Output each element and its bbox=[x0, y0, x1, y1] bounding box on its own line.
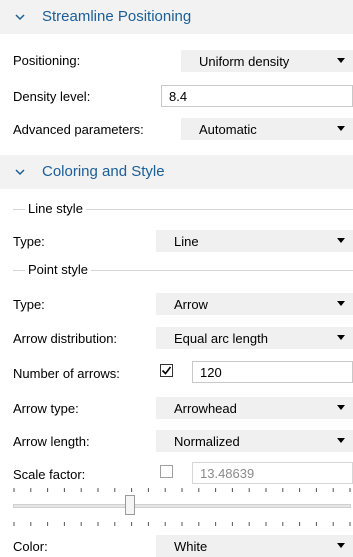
section-header-streamline-positioning[interactable]: Streamline Positioning bbox=[0, 0, 353, 34]
section-title: Streamline Positioning bbox=[42, 8, 192, 25]
slider-ticks-bottom bbox=[13, 522, 351, 526]
point-type-dropdown[interactable]: Arrow bbox=[156, 293, 353, 315]
checkmark-icon bbox=[161, 366, 172, 375]
slider-ticks-top bbox=[13, 488, 351, 492]
dropdown-arrow-icon bbox=[337, 335, 345, 340]
arrow-type-value: Arrowhead bbox=[174, 401, 237, 416]
number-of-arrows-label: Number of arrows: bbox=[13, 366, 120, 381]
density-level-label: Density level: bbox=[13, 89, 91, 104]
arrow-type-label: Arrow type: bbox=[13, 401, 79, 416]
color-value: White bbox=[174, 539, 208, 554]
arrow-distribution-value: Equal arc length bbox=[174, 331, 268, 346]
positioning-dropdown[interactable]: Uniform density bbox=[181, 50, 353, 72]
arrow-length-label: Arrow length: bbox=[13, 434, 90, 449]
point-type-value: Arrow bbox=[174, 297, 208, 312]
arrow-distribution-label: Arrow distribution: bbox=[13, 331, 118, 346]
point-style-group-label: Point style bbox=[25, 262, 91, 277]
positioning-label: Positioning: bbox=[13, 53, 81, 68]
section-header-coloring-and-style[interactable]: Coloring and Style bbox=[0, 155, 353, 189]
advanced-parameters-label: Advanced parameters: bbox=[13, 122, 144, 137]
scale-factor-slider-thumb[interactable] bbox=[124, 495, 135, 515]
density-level-input[interactable] bbox=[161, 85, 353, 107]
scale-factor-label: Scale factor: bbox=[13, 467, 86, 482]
dropdown-arrow-icon bbox=[337, 301, 345, 306]
line-type-label: Type: bbox=[13, 234, 45, 249]
dropdown-arrow-icon bbox=[337, 405, 345, 410]
dropdown-arrow-icon bbox=[337, 543, 345, 548]
number-of-arrows-input[interactable] bbox=[192, 361, 353, 383]
arrow-type-dropdown[interactable]: Arrowhead bbox=[156, 397, 353, 419]
arrow-length-dropdown[interactable]: Normalized bbox=[156, 430, 353, 452]
arrow-distribution-dropdown[interactable]: Equal arc length bbox=[156, 327, 353, 349]
scale-factor-slider-track[interactable] bbox=[13, 504, 351, 508]
line-type-value: Line bbox=[174, 234, 199, 249]
chevron-down-icon bbox=[15, 169, 25, 176]
advanced-parameters-dropdown[interactable]: Automatic bbox=[181, 118, 353, 140]
line-style-group-label: Line style bbox=[25, 201, 86, 216]
color-label: Color: bbox=[13, 539, 48, 554]
positioning-value: Uniform density bbox=[199, 54, 290, 69]
advanced-parameters-value: Automatic bbox=[199, 122, 257, 137]
chevron-down-icon bbox=[15, 14, 25, 21]
color-dropdown[interactable]: White bbox=[156, 535, 353, 557]
section-title: Coloring and Style bbox=[42, 163, 165, 180]
dropdown-arrow-icon bbox=[337, 58, 345, 63]
dropdown-arrow-icon bbox=[337, 438, 345, 443]
scale-factor-input[interactable] bbox=[192, 462, 353, 484]
dropdown-arrow-icon bbox=[337, 238, 345, 243]
scale-factor-checkbox[interactable] bbox=[160, 465, 173, 478]
line-type-dropdown[interactable]: Line bbox=[156, 230, 353, 252]
number-of-arrows-checkbox[interactable] bbox=[160, 364, 173, 377]
dropdown-arrow-icon bbox=[337, 126, 345, 131]
arrow-length-value: Normalized bbox=[174, 434, 240, 449]
point-type-label: Type: bbox=[13, 297, 45, 312]
